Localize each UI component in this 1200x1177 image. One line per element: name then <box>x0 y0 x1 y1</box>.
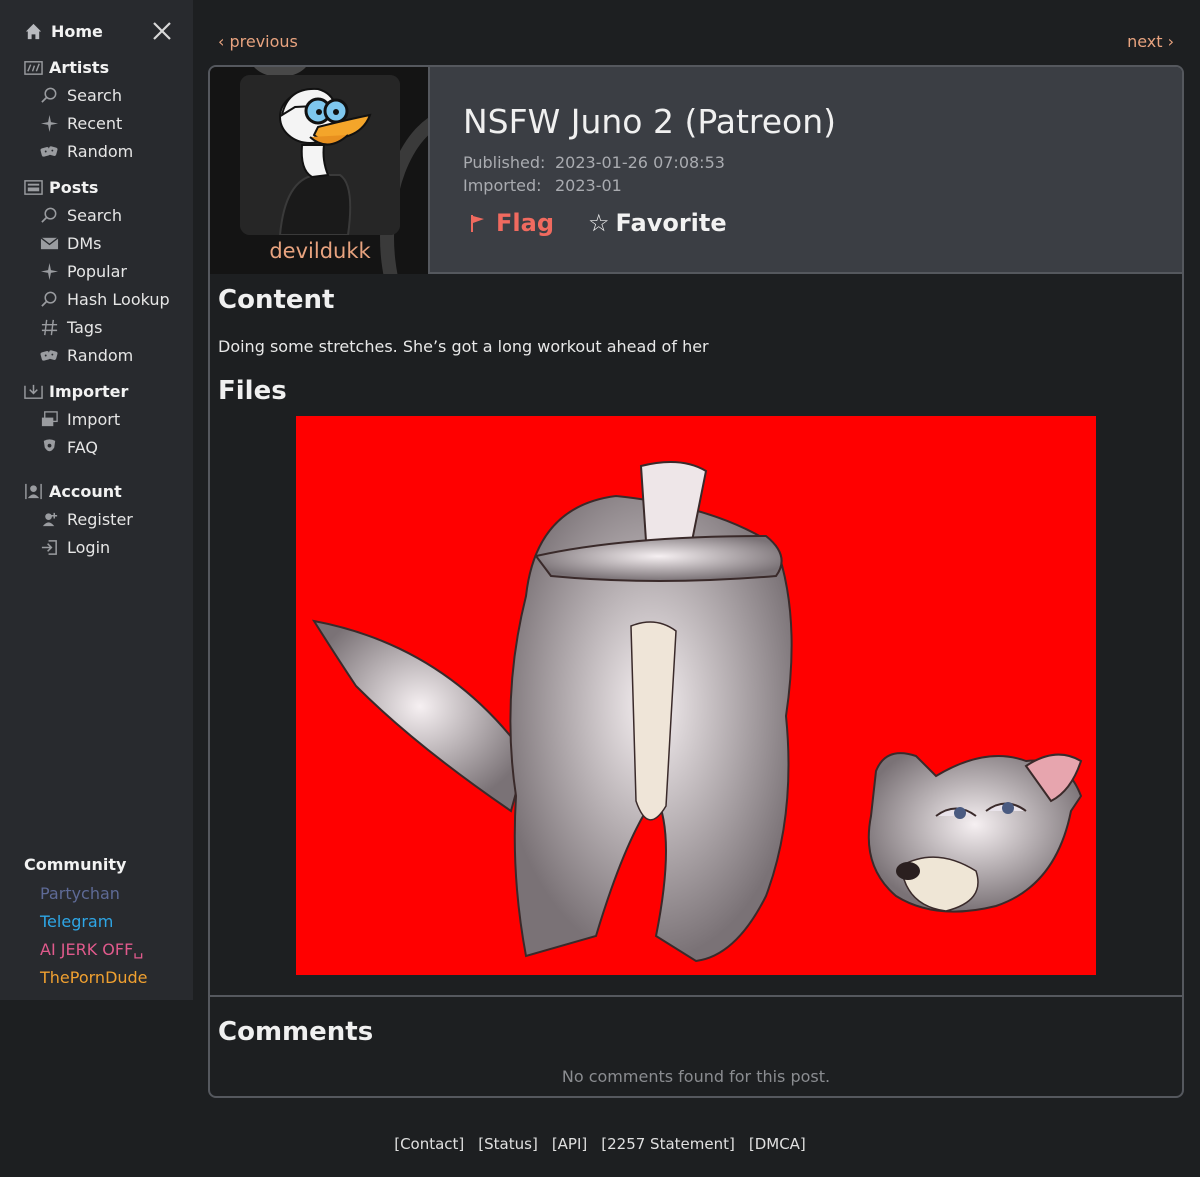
sidebar-item-posts-random[interactable]: Random <box>40 343 133 367</box>
flag-label: Flag <box>496 209 554 237</box>
post-title: NSFW Juno 2 (Patreon) <box>463 102 837 141</box>
no-comments-text: No comments found for this post. <box>561 1067 831 1086</box>
divider <box>210 995 1182 997</box>
sidebar-section-importer[interactable]: Importer <box>24 379 128 403</box>
sidebar-item-posts-dms[interactable]: DMs <box>40 231 101 255</box>
footer-link-api[interactable]: [API] <box>552 1135 587 1153</box>
import-icon <box>41 410 58 426</box>
star-icon: ☆ <box>588 209 610 237</box>
importer-icon <box>24 384 43 399</box>
sparkle-icon <box>40 262 59 280</box>
content-text: Doing some stretches. She’s got a long w… <box>218 337 709 356</box>
posts-icon <box>24 179 43 195</box>
sidebar-section-artists[interactable]: Artists <box>24 55 109 79</box>
hash-icon <box>41 319 58 335</box>
sidebar-item-register[interactable]: Register <box>40 507 133 531</box>
sidebar-item-label: Register <box>67 509 133 529</box>
footer-link-dmca[interactable]: [DMCA] <box>749 1135 806 1153</box>
sidebar-item-label: Search <box>67 85 122 105</box>
artists-icon <box>24 60 43 75</box>
content-heading: Content <box>218 285 335 315</box>
sidebar-item-label: Tags <box>67 317 103 337</box>
dice-icon <box>40 145 58 157</box>
avatar[interactable] <box>240 75 400 235</box>
search-icon <box>41 207 57 223</box>
community-link-partychan[interactable]: Partychan <box>40 884 120 903</box>
sidebar-item-import[interactable]: Import <box>40 407 120 431</box>
community-link-ai-jerk-off[interactable]: AI JERK OFF␣ <box>40 940 143 959</box>
published-value: 2023-01-26 07:08:53 <box>555 153 725 172</box>
sidebar-item-label: FAQ <box>67 437 98 457</box>
post-header: devildukk NSFW Juno 2 (Patreon) Publishe… <box>210 67 1182 274</box>
imported-row: Imported: 2023-01 <box>463 176 622 195</box>
mail-icon <box>40 236 59 249</box>
favorite-button[interactable]: ☆ Favorite <box>588 209 727 237</box>
sidebar-section-label: Artists <box>49 57 110 77</box>
close-icon[interactable] <box>150 19 174 43</box>
sparkle-icon <box>40 114 59 132</box>
published-label: Published: <box>463 153 546 172</box>
sidebar-item-label: Recent <box>67 113 123 133</box>
sidebar-section-label: Account <box>49 481 122 501</box>
sidebar-item-faq[interactable]: FAQ <box>40 435 98 459</box>
sidebar-section-label: Posts <box>49 177 99 197</box>
sidebar-item-artists-recent[interactable]: Recent <box>40 111 122 135</box>
community-link-theporndude[interactable]: ThePornDude <box>40 968 148 987</box>
sidebar-item-label: Popular <box>67 261 127 281</box>
duck-avatar-image <box>240 75 400 235</box>
post-file-image[interactable] <box>296 416 1096 975</box>
sidebar-item-label: Import <box>67 409 121 429</box>
login-icon <box>41 539 57 555</box>
comments-heading: Comments <box>218 1017 374 1047</box>
sidebar-item-label: Search <box>67 205 122 225</box>
community-link-telegram[interactable]: Telegram <box>40 912 113 931</box>
artist-name-link[interactable]: devildukk <box>210 239 428 263</box>
imported-value: 2023-01 <box>555 176 622 195</box>
sidebar-item-label: Login <box>67 537 111 557</box>
sidebar-section-posts[interactable]: Posts <box>24 175 98 199</box>
sidebar-item-posts-search[interactable]: Search <box>40 203 122 227</box>
next-link[interactable]: next › <box>1127 32 1174 51</box>
sidebar: Home Artists Search Recent Random Posts … <box>0 0 193 1000</box>
sidebar-item-label: Random <box>67 345 134 365</box>
dice-icon <box>40 349 58 361</box>
sidebar-item-label: Random <box>67 141 134 161</box>
files-heading: Files <box>218 376 287 406</box>
search-icon <box>41 87 57 103</box>
account-icon <box>25 483 42 499</box>
artwork-image <box>296 416 1096 975</box>
flag-button[interactable]: Flag <box>470 209 554 237</box>
flag-icon <box>471 215 484 232</box>
sidebar-home-label: Home <box>51 21 103 41</box>
sidebar-item-artists-search[interactable]: Search <box>40 83 122 107</box>
artist-banner[interactable]: devildukk <box>210 67 430 274</box>
faq-icon <box>43 438 56 451</box>
post-card: devildukk NSFW Juno 2 (Patreon) Publishe… <box>208 65 1184 1098</box>
search-icon <box>41 291 57 307</box>
footer-link-status[interactable]: [Status] <box>478 1135 538 1153</box>
footer-link-contact[interactable]: [Contact] <box>394 1135 464 1153</box>
register-icon <box>42 512 58 526</box>
published-row: Published: 2023-01-26 07:08:53 <box>463 153 725 172</box>
sidebar-item-posts-tags[interactable]: Tags <box>40 315 102 339</box>
previous-link[interactable]: ‹ previous <box>218 32 298 51</box>
sidebar-section-label: Importer <box>49 381 129 401</box>
sidebar-item-login[interactable]: Login <box>40 535 110 559</box>
footer: [Contact] [Status] [API] [2257 Statement… <box>0 1135 1200 1153</box>
sidebar-item-posts-popular[interactable]: Popular <box>40 259 127 283</box>
footer-link-2257[interactable]: [2257 Statement] <box>601 1135 735 1153</box>
sidebar-section-account[interactable]: Account <box>24 479 122 503</box>
sidebar-item-label: Hash Lookup <box>67 289 170 309</box>
home-icon <box>25 23 42 39</box>
community-title: Community <box>24 855 127 874</box>
imported-label: Imported: <box>463 176 542 195</box>
favorite-label: Favorite <box>615 209 727 237</box>
sidebar-item-posts-hash-lookup[interactable]: Hash Lookup <box>40 287 170 311</box>
sidebar-item-artists-random[interactable]: Random <box>40 139 133 163</box>
sidebar-item-label: DMs <box>67 233 102 253</box>
